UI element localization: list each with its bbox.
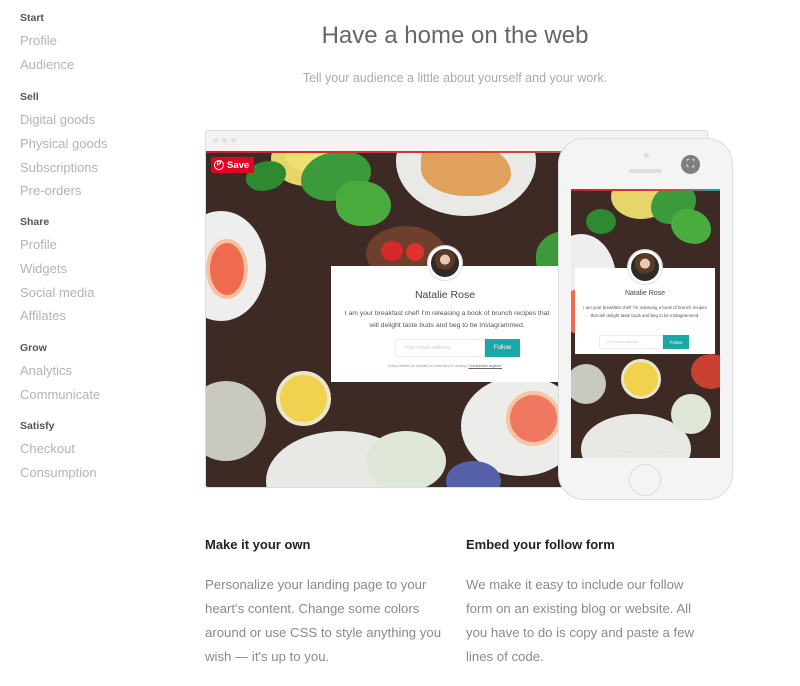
window-dot xyxy=(213,138,218,143)
fine-print-text: Follow Natalie for updates on what they'… xyxy=(387,364,468,368)
sidebar-item-checkout[interactable]: Checkout xyxy=(20,441,75,456)
avatar xyxy=(628,250,662,284)
pinterest-save-button[interactable]: P Save xyxy=(211,157,255,173)
sidebar-section-start: Start xyxy=(20,12,44,24)
feature-make-it-your-own: Make it your own Personalize your landin… xyxy=(205,537,445,669)
email-input[interactable]: Your email address xyxy=(395,339,485,357)
expand-icon[interactable]: ⛶ xyxy=(681,155,700,174)
phone-mockup: ⛶ Natalie Rose I am your breakfast chef!… xyxy=(558,138,733,500)
unsubscribe-link[interactable]: Unsubscribe anytime. xyxy=(468,364,502,368)
powered-by-gumroad[interactable]: POWERED BY ◻ GUMROAD xyxy=(571,449,720,454)
sidebar-item-pre-orders[interactable]: Pre-orders xyxy=(20,183,81,198)
sidebar-item-widgets[interactable]: Widgets xyxy=(20,261,67,276)
page-subtitle: Tell your audience a little about yourse… xyxy=(302,71,608,85)
sidebar-item-audience[interactable]: Audience xyxy=(20,57,74,72)
avatar xyxy=(428,246,462,280)
sidebar-section-satisfy: Satisfy xyxy=(20,420,55,432)
profile-card: Natalie Rose I am your breakfast chef! I… xyxy=(575,250,715,354)
sidebar-section-grow: Grow xyxy=(20,342,47,354)
feature-text: We make it easy to include our follow fo… xyxy=(466,577,694,664)
follow-form: Your email address Follow xyxy=(599,335,689,349)
sidebar-section-sell: Sell xyxy=(20,91,39,103)
feature-title: Make it your own xyxy=(205,537,311,552)
follow-form: Your email address Follow xyxy=(395,339,520,357)
sidebar-item-profile[interactable]: Profile xyxy=(20,33,57,48)
follow-button[interactable]: Follow xyxy=(485,339,520,357)
profile-name: Natalie Rose xyxy=(624,290,666,297)
pinterest-icon: P xyxy=(214,160,224,170)
sidebar-item-share-profile[interactable]: Profile xyxy=(20,237,57,252)
window-dot xyxy=(231,138,236,143)
follow-button[interactable]: Follow xyxy=(663,335,689,349)
email-input[interactable]: Your email address xyxy=(599,335,663,349)
sidebar-section-share: Share xyxy=(20,216,50,228)
fine-print: Follow Natalie for updates on what they'… xyxy=(331,364,559,368)
phone-home-button xyxy=(629,464,661,496)
sidebar-item-social-media[interactable]: Social media xyxy=(20,285,94,300)
phone-speaker xyxy=(629,169,662,173)
feature-title: Embed your follow form xyxy=(466,537,615,552)
mobile-preview: Natalie Rose I am your breakfast chef! I… xyxy=(571,189,720,458)
profile-name: Natalie Rose xyxy=(414,289,476,301)
profile-bio: I am your breakfast chef! I'm releasing … xyxy=(344,310,550,329)
profile-bio: I am your breakfast chef! I'm releasing … xyxy=(583,305,707,318)
sidebar-item-communicate[interactable]: Communicate xyxy=(20,387,100,402)
sidebar-item-analytics[interactable]: Analytics xyxy=(20,363,72,378)
page-title: Have a home on the web xyxy=(321,22,589,49)
sidebar-item-digital-goods[interactable]: Digital goods xyxy=(20,112,95,127)
phone-camera xyxy=(644,153,649,158)
sidebar-item-affiliates[interactable]: Affilates xyxy=(20,308,66,323)
profile-card: Natalie Rose I am your breakfast chef! I… xyxy=(331,246,559,382)
sidebar-item-subscriptions[interactable]: Subscriptions xyxy=(20,160,98,175)
sidebar-item-physical-goods[interactable]: Physical goods xyxy=(20,136,107,151)
window-dot xyxy=(222,138,227,143)
feature-embed-follow-form: Embed your follow form We make it easy t… xyxy=(466,537,706,669)
save-label: Save xyxy=(227,159,250,171)
accent-line xyxy=(571,189,720,191)
feature-text: Personalize your landing page to your he… xyxy=(205,577,442,664)
sidebar-item-consumption[interactable]: Consumption xyxy=(20,465,97,480)
